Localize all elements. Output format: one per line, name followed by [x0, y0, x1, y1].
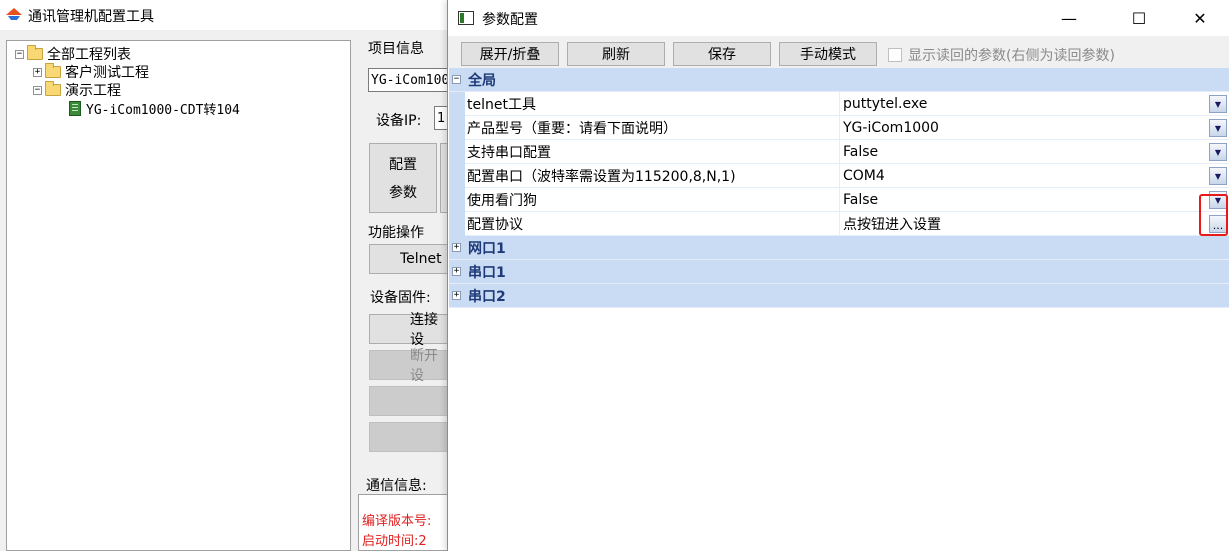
maximize-button[interactable]: ☐ [1116, 0, 1162, 36]
row-gutter [449, 212, 465, 236]
prop-value-text: YG-iCom1000 [843, 119, 939, 136]
prop-name: 配置协议 [465, 212, 840, 236]
prop-value[interactable]: COM4 ▼ [840, 164, 1229, 188]
prop-value[interactable]: 点按钮进入设置... [840, 212, 1229, 236]
category-expand-icon[interactable]: + [452, 267, 461, 276]
function-button-4[interactable] [369, 422, 449, 452]
row-gutter [449, 116, 465, 140]
prop-name: 支持串口配置 [465, 140, 840, 164]
firmware-label: 设备固件: [370, 290, 431, 306]
category-expand-icon[interactable]: + [452, 291, 461, 300]
app-logo-icon [6, 8, 22, 20]
category-label: 串口2 [468, 288, 506, 305]
functions-group-label: 功能操作 [368, 225, 424, 241]
category-expand-icon[interactable]: + [452, 243, 461, 252]
folder-icon [45, 63, 61, 78]
tree-node-label: 全部工程列表 [47, 47, 131, 63]
project-info-group-label: 项目信息 [368, 41, 424, 57]
prop-name: 产品型号（重要：请看下面说明） [465, 116, 840, 140]
prop-value-text: False [843, 191, 879, 208]
tree-node-label: 演示工程 [65, 83, 121, 99]
row-gutter [449, 188, 465, 212]
category-collapse-icon[interactable]: − [452, 75, 461, 84]
config-params-button-line1: 配置 [389, 157, 417, 173]
expand-collapse-button[interactable]: 展开/折叠 [461, 42, 559, 66]
tree-node-root[interactable]: − 全部工程列表 [15, 45, 131, 63]
prop-value-text: 点按钮进入设置 [843, 216, 941, 233]
prop-value-text: COM4 [843, 167, 885, 184]
property-grid[interactable]: − 全局 telnet工具 puttytel.exe ▼ 产品型号（重要：请看下面… [449, 68, 1229, 551]
dropdown-arrow-icon[interactable]: ▼ [1209, 95, 1227, 113]
category-global[interactable]: − 全局 [449, 68, 1229, 92]
folder-open-icon [45, 81, 61, 96]
log-line-build: 编译版本号: [362, 514, 432, 529]
checkbox-box[interactable] [888, 48, 902, 62]
prop-value-text: False [843, 143, 879, 160]
config-params-button[interactable]: 配置 参数 [369, 143, 437, 213]
device-ip-field[interactable]: 1 [434, 106, 448, 130]
comm-info-label: 通信信息: [366, 478, 427, 494]
ellipsis-button-highlight [1199, 194, 1228, 236]
prop-row-watchdog[interactable]: 使用看门狗 False ▼ [449, 188, 1229, 212]
manual-mode-button[interactable]: 手动模式 [779, 42, 877, 66]
folder-open-icon [27, 45, 43, 60]
tree-node-label: 客户测试工程 [65, 65, 149, 81]
prop-row-telnet-tool[interactable]: telnet工具 puttytel.exe ▼ [449, 92, 1229, 116]
prop-value[interactable]: False ▼ [840, 140, 1229, 164]
show-read-params-label: 显示读回的参数(右侧为读回参数) [908, 48, 1115, 64]
log-line-start: 启动时间:2 [362, 534, 427, 549]
prop-row-serial-config-support[interactable]: 支持串口配置 False ▼ [449, 140, 1229, 164]
dialog-app-icon [458, 11, 474, 25]
device-ip-label: 设备IP: [376, 113, 422, 129]
connect-device-button[interactable]: 连接设 [369, 312, 449, 348]
telnet-button[interactable]: Telnet [369, 244, 449, 274]
category-network-port-1[interactable]: + 网口1 [449, 236, 1229, 260]
dialog-title-bar: 参数配置 — ☐ ✕ [448, 0, 1229, 36]
category-label: 串口1 [468, 264, 506, 281]
prop-row-config-protocol[interactable]: 配置协议 点按钮进入设置... [449, 212, 1229, 236]
prop-value-text: puttytel.exe [843, 95, 928, 112]
tree-expand-icon[interactable]: + [33, 67, 42, 77]
prop-name: telnet工具 [465, 92, 840, 116]
tree-collapse-icon[interactable]: − [15, 49, 24, 59]
prop-row-product-model[interactable]: 产品型号（重要：请看下面说明） YG-iCom1000 ▼ [449, 116, 1229, 140]
prop-value[interactable]: YG-iCom1000 ▼ [840, 116, 1229, 140]
dialog-title: 参数配置 [482, 12, 538, 28]
save-button[interactable]: 保存 [673, 42, 771, 66]
config-params-button-line2: 参数 [389, 185, 417, 201]
project-tree[interactable]: − 全部工程列表 + 客户测试工程 − 演示工程 YG-iCom1000-CDT… [6, 40, 351, 551]
row-gutter [449, 92, 465, 116]
category-label: 全局 [468, 72, 496, 89]
tree-collapse-icon[interactable]: − [33, 85, 42, 95]
row-gutter [449, 140, 465, 164]
prop-row-config-serial-port[interactable]: 配置串口（波特率需设置为115200,8,N,1) COM4 ▼ [449, 164, 1229, 188]
main-window-title: 通讯管理机配置工具 [28, 9, 154, 25]
prop-value[interactable]: False ▼ [840, 188, 1229, 212]
prop-name: 使用看门狗 [465, 188, 840, 212]
device-icon [69, 100, 81, 116]
dropdown-arrow-icon[interactable]: ▼ [1209, 143, 1227, 161]
project-name-field[interactable]: YG-iCom100 [368, 68, 448, 92]
category-label: 网口1 [468, 240, 506, 257]
close-button[interactable]: ✕ [1177, 0, 1223, 36]
tree-node-device[interactable]: YG-iCom1000-CDT转104 [69, 99, 240, 118]
tree-node-demo[interactable]: − 演示工程 [33, 81, 121, 99]
minimize-button[interactable]: — [1046, 0, 1092, 36]
disconnect-device-button[interactable]: 断开设 [369, 348, 449, 384]
row-gutter [449, 164, 465, 188]
function-button-3[interactable] [369, 386, 449, 416]
refresh-button[interactable]: 刷新 [567, 42, 665, 66]
tree-node-label: YG-iCom1000-CDT转104 [86, 102, 240, 118]
param-config-dialog: 参数配置 — ☐ ✕ 展开/折叠 刷新 保存 手动模式 显示读回的参数(右侧为读… [447, 0, 1229, 551]
category-serial-port-1[interactable]: + 串口1 [449, 260, 1229, 284]
log-line-partial [362, 498, 448, 504]
show-read-params-checkbox[interactable]: 显示读回的参数(右侧为读回参数) [888, 45, 1115, 65]
dropdown-arrow-icon[interactable]: ▼ [1209, 167, 1227, 185]
prop-value[interactable]: puttytel.exe ▼ [840, 92, 1229, 116]
tree-node-customer-test[interactable]: + 客户测试工程 [33, 63, 149, 81]
category-serial-port-2[interactable]: + 串口2 [449, 284, 1229, 308]
dialog-toolbar: 展开/折叠 刷新 保存 手动模式 显示读回的参数(右侧为读回参数) [448, 36, 1229, 68]
prop-name: 配置串口（波特率需设置为115200,8,N,1) [465, 164, 840, 188]
dropdown-arrow-icon[interactable]: ▼ [1209, 119, 1227, 137]
